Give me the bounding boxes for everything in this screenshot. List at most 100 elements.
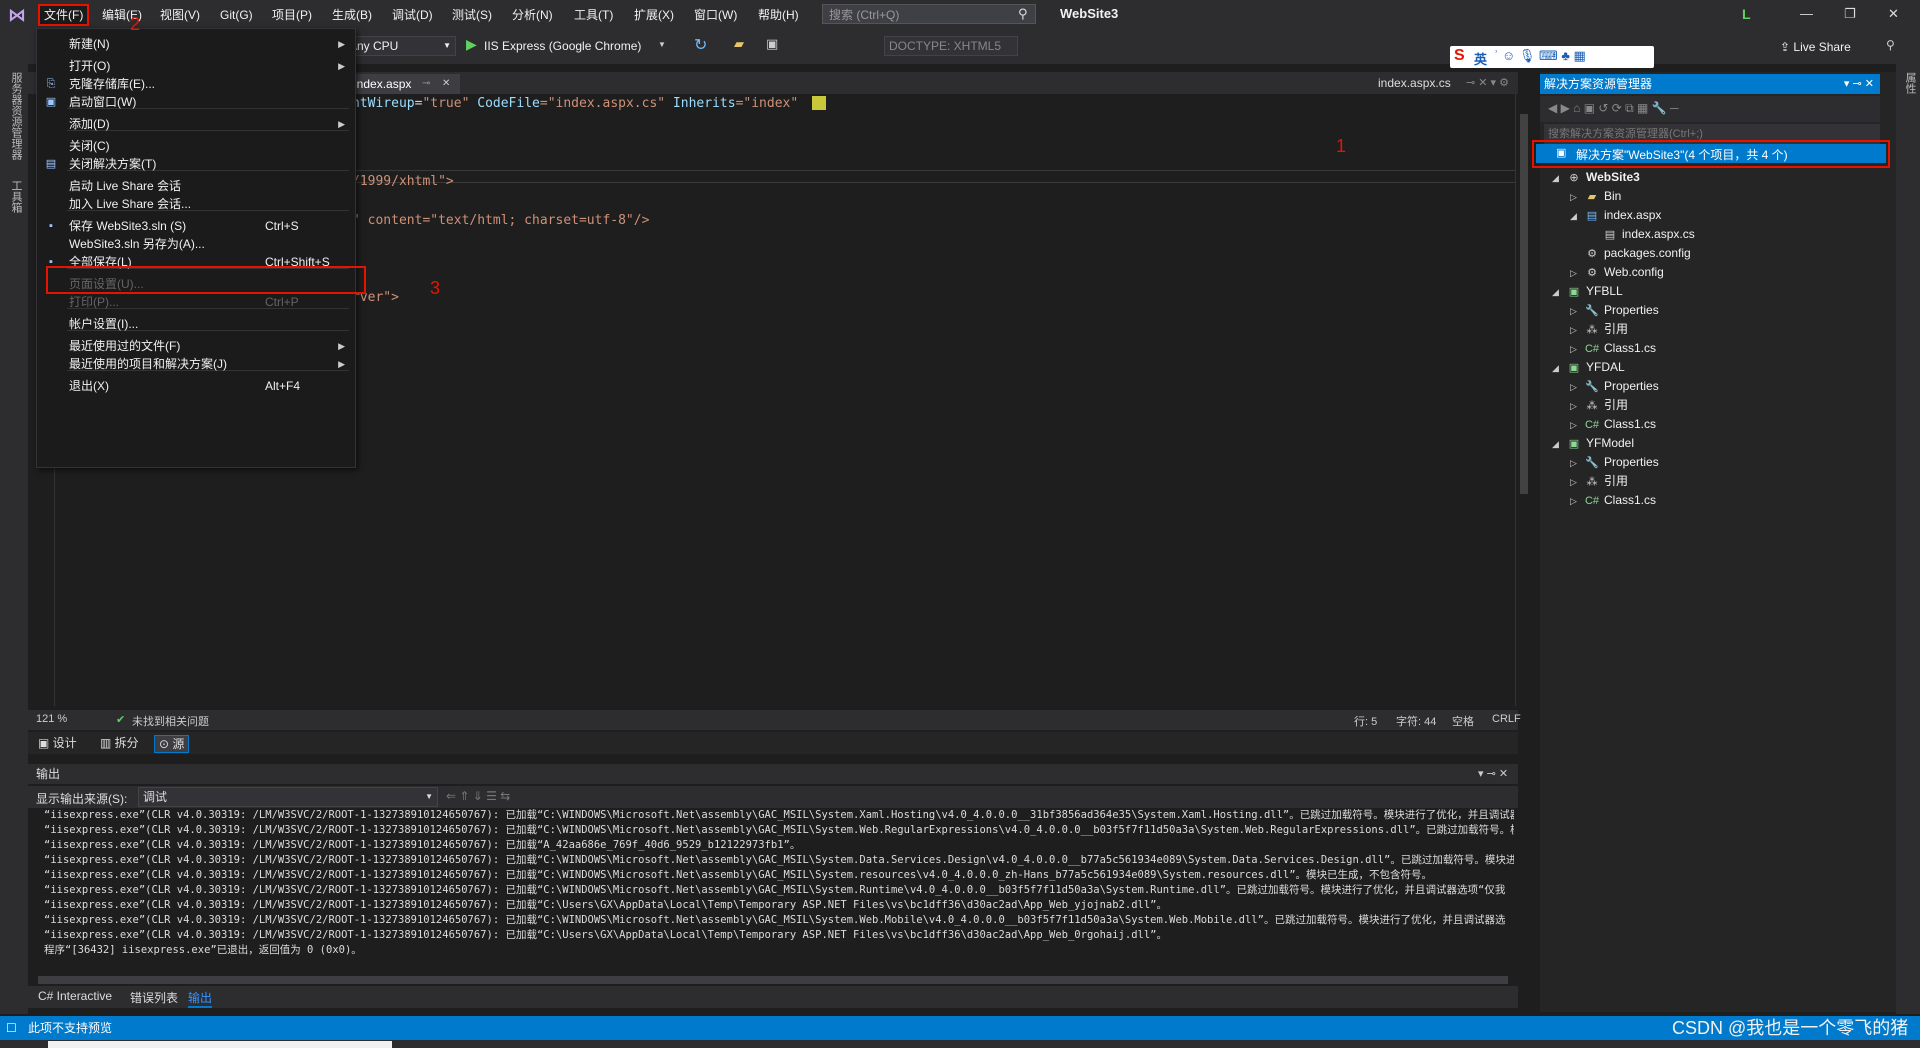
properties-tab[interactable]: 属性: [1902, 72, 1918, 94]
tree-node[interactable]: ▷ 🔧 Properties: [1570, 453, 1659, 472]
chevron-down-icon[interactable]: ▼: [658, 40, 666, 49]
refresh-icon[interactable]: ↻: [694, 35, 707, 55]
tree-node[interactable]: ▷ ⁂ 引用: [1570, 320, 1628, 339]
file-menu-item[interactable]: 最近使用的项目和解决方案(J) ▶: [37, 353, 355, 375]
tree-node[interactable]: ◢ ▣ YFModel: [1552, 434, 1634, 453]
menu-view[interactable]: 视图(V): [156, 6, 204, 24]
tree-node[interactable]: ▷ ⚙ Web.config: [1570, 263, 1664, 282]
tree-node[interactable]: ▷ ▰ Bin: [1570, 187, 1621, 206]
tree-node[interactable]: ▷ ⁂ 引用: [1570, 472, 1628, 491]
close-icon[interactable]: ✕: [1888, 6, 1899, 22]
solution-root-row[interactable]: ▣ 解决方案"WebSite3"(4 个项目，共 4 个): [1536, 144, 1886, 163]
expand-toggle-icon[interactable]: ◢: [1570, 207, 1584, 226]
output-tool-icons[interactable]: ⇐ ⇑ ⇓ ☰ ⇆: [446, 789, 510, 803]
tab-design[interactable]: ▣ 设计: [34, 735, 81, 751]
search-icon[interactable]: ⚲: [1018, 6, 1028, 22]
minimize-icon[interactable]: —: [1800, 6, 1813, 21]
lightbulb-icon[interactable]: [812, 96, 826, 110]
output-source-select[interactable]: 调试 ▼: [138, 787, 438, 807]
tab-output[interactable]: 输出: [188, 989, 213, 1008]
menu-debug[interactable]: 调试(D): [388, 6, 437, 24]
file-menu-item[interactable]: 新建(N) ▶: [37, 33, 355, 55]
tree-node[interactable]: ▷ C# Class1.cs: [1570, 339, 1656, 358]
menu-project[interactable]: 项目(P): [268, 6, 316, 24]
menu-window[interactable]: 窗口(W): [690, 6, 741, 24]
tree-node[interactable]: ⚙ packages.config: [1570, 244, 1691, 263]
tree-node[interactable]: ▷ C# Class1.cs: [1570, 491, 1656, 510]
play-icon[interactable]: ▶: [466, 36, 477, 53]
close-icon[interactable]: ✕: [442, 74, 450, 94]
browser-icon[interactable]: ▣: [766, 36, 778, 52]
zoom-level[interactable]: 121 %: [36, 713, 67, 725]
file-menu-item[interactable]: 添加(D) ▶: [37, 113, 355, 135]
tree-node[interactable]: ▷ 🔧 Properties: [1570, 377, 1659, 396]
panel-controls-icons[interactable]: ▾ ⊸ ✕: [1478, 764, 1508, 784]
expand-toggle-icon[interactable]: ▷: [1570, 264, 1584, 283]
expand-toggle-icon[interactable]: ▷: [1570, 397, 1584, 416]
avatar[interactable]: L: [1742, 6, 1751, 22]
tab-error-list[interactable]: 错误列表: [130, 989, 178, 1006]
expand-toggle-icon[interactable]: ▷: [1570, 492, 1584, 511]
search-input[interactable]: 搜索 (Ctrl+Q): [822, 4, 1036, 24]
tab-overflow-icons[interactable]: ⊸ ✕ ▾ ⚙: [1466, 76, 1509, 89]
expand-toggle-icon[interactable]: ▷: [1570, 473, 1584, 492]
expand-toggle-icon[interactable]: ▷: [1570, 321, 1584, 340]
tree-node[interactable]: ▷ ⁂ 引用: [1570, 396, 1628, 415]
pin-icon[interactable]: ⊸: [422, 74, 430, 94]
expand-toggle-icon[interactable]: ▷: [1570, 454, 1584, 473]
scrollbar-thumb[interactable]: [1520, 114, 1528, 494]
restore-icon[interactable]: ❐: [1844, 6, 1856, 22]
platform-combo[interactable]: Any CPU ▼: [344, 36, 456, 56]
menu-test[interactable]: 测试(S): [448, 6, 496, 24]
expand-toggle-icon[interactable]: ▷: [1570, 416, 1584, 435]
tree-node[interactable]: ◢ ▣ YFBLL: [1552, 282, 1623, 301]
file-menu-item[interactable]: 帐户设置(I)...: [37, 313, 355, 335]
panel-controls-icons[interactable]: ▾ ⊸ ✕: [1844, 74, 1874, 94]
tree-node[interactable]: ◢ ⊕ WebSite3: [1552, 168, 1640, 187]
menu-build[interactable]: 生成(B): [328, 6, 376, 24]
expand-toggle-icon[interactable]: ◢: [1552, 169, 1566, 188]
editor-scrollbar[interactable]: [1515, 94, 1532, 706]
issues-status[interactable]: 未找到相关问题: [132, 713, 209, 729]
se-tool-icons[interactable]: ◀ ▶ ⌂ ▣ ↺ ⟳ ⧉ ▦ 🔧 ─: [1548, 101, 1679, 116]
menu-tools[interactable]: 工具(T): [570, 6, 617, 24]
line-ending[interactable]: CRLF: [1492, 713, 1521, 725]
expand-toggle-icon[interactable]: ▷: [1570, 188, 1584, 207]
expand-toggle-icon[interactable]: ◢: [1552, 359, 1566, 378]
file-menu-item[interactable]: 退出(X) Alt+F4: [37, 375, 355, 397]
tab-index-aspx[interactable]: index.aspx ⊸ ✕: [350, 74, 460, 94]
menu-help[interactable]: 帮助(H): [754, 6, 803, 24]
output-horizontal-scrollbar[interactable]: [38, 976, 1508, 984]
expand-toggle-icon[interactable]: ◢: [1552, 283, 1566, 302]
feedback-icon[interactable]: ⚲: [1886, 38, 1895, 52]
tree-node[interactable]: ▷ C# Class1.cs: [1570, 415, 1656, 434]
tree-node[interactable]: ▤ index.aspx.cs: [1588, 225, 1695, 244]
ime-tools-icons[interactable]: ʾ ☺ 🎙 ⌨ ♣ ▦: [1494, 48, 1586, 64]
whitespace-mode[interactable]: 空格: [1452, 713, 1474, 729]
menu-git[interactable]: Git(G): [216, 6, 257, 24]
doctype-combo[interactable]: DOCTYPE: XHTML5: [884, 36, 1018, 56]
expand-toggle-icon[interactable]: ◢: [1552, 435, 1566, 454]
menu-extensions[interactable]: 扩展(X): [630, 6, 678, 24]
toolbox-tab[interactable]: 工具箱: [8, 180, 24, 213]
live-share-button[interactable]: ⇪ Live Share: [1780, 40, 1851, 54]
expand-toggle-icon[interactable]: ▷: [1570, 340, 1584, 359]
server-explorer-tab[interactable]: 服务器资源管理器: [8, 72, 24, 160]
tab-split[interactable]: ▥ 拆分: [96, 735, 143, 751]
ime-mode[interactable]: 英: [1474, 49, 1487, 68]
menu-analyze[interactable]: 分析(N): [508, 6, 557, 24]
run-target-button[interactable]: IIS Express (Google Chrome): [484, 39, 641, 53]
tree-node[interactable]: ◢ ▤ index.aspx: [1570, 206, 1661, 225]
tab-index-aspx-cs[interactable]: index.aspx.cs: [1378, 76, 1451, 90]
file-menu-item[interactable]: ▣ 启动窗口(W): [37, 91, 355, 113]
file-menu-item[interactable]: 加入 Live Share 会话...: [37, 193, 355, 215]
tab-csharp-interactive[interactable]: C# Interactive: [38, 989, 112, 1003]
tree-node[interactable]: ◢ ▣ YFDAL: [1552, 358, 1625, 377]
expand-toggle-icon[interactable]: ▷: [1570, 378, 1584, 397]
menu-file[interactable]: 文件(F): [38, 4, 90, 26]
tree-node[interactable]: ▷ 🔧 Properties: [1570, 301, 1659, 320]
expand-toggle-icon[interactable]: ▷: [1570, 302, 1584, 321]
file-menu-item[interactable]: ▤ 关闭解决方案(T): [37, 153, 355, 175]
folder-icon[interactable]: ▰: [734, 36, 744, 52]
tab-source[interactable]: ⊙ 源: [154, 735, 190, 753]
